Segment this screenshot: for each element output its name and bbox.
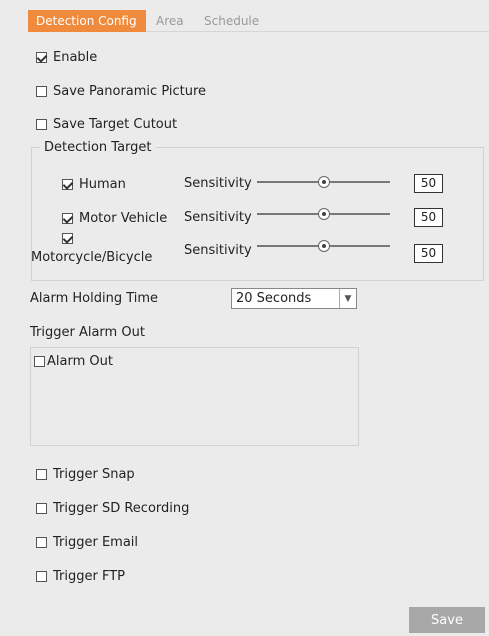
- trigger-alarm-out-label: Trigger Alarm Out: [30, 325, 145, 340]
- detection-target-legend: Detection Target: [44, 140, 152, 155]
- save-target-row: Save Target Cutout: [36, 117, 177, 132]
- alarm-out-checkbox[interactable]: [34, 356, 45, 367]
- motorcycle-sensitivity-label: Sensitivity: [184, 243, 252, 258]
- trigger-sd-label: Trigger SD Recording: [53, 501, 190, 516]
- alarm-out-label: Alarm Out: [47, 354, 113, 369]
- trigger-ftp-row: Trigger FTP: [36, 569, 125, 584]
- motor-vehicle-sensitivity-slider[interactable]: [257, 206, 390, 222]
- slider-thumb[interactable]: [317, 240, 330, 252]
- motor-vehicle-sensitivity-label: Sensitivity: [184, 210, 252, 225]
- human-row: Human: [62, 177, 126, 192]
- alarm-holding-label: Alarm Holding Time: [30, 291, 159, 306]
- motor-vehicle-checkbox[interactable]: [62, 213, 73, 224]
- human-sensitivity-value[interactable]: 50: [414, 174, 443, 193]
- motorcycle-checkbox[interactable]: [62, 233, 73, 244]
- save-button[interactable]: Save: [409, 607, 485, 633]
- save-target-label: Save Target Cutout: [53, 117, 178, 132]
- motor-vehicle-sensitivity-value[interactable]: 50: [414, 208, 443, 227]
- trigger-snap-row: Trigger Snap: [36, 467, 135, 482]
- save-panoramic-checkbox[interactable]: [36, 86, 47, 97]
- save-panoramic-label: Save Panoramic Picture: [53, 84, 207, 99]
- slider-thumb[interactable]: [317, 208, 330, 220]
- human-sensitivity-slider[interactable]: [257, 174, 390, 190]
- tab-area[interactable]: Area: [148, 10, 192, 32]
- alarm-out-row: Alarm Out: [34, 354, 113, 369]
- tab-bar: Detection Config Area Schedule: [28, 10, 489, 32]
- alarm-holding-select[interactable]: 20 Seconds ▼: [231, 288, 357, 309]
- tab-schedule[interactable]: Schedule: [196, 10, 266, 32]
- alarm-holding-value: 20 Seconds: [236, 291, 312, 306]
- human-label: Human: [79, 177, 126, 192]
- motorcycle-sensitivity-value[interactable]: 50: [414, 244, 443, 263]
- enable-row: Enable: [36, 50, 97, 65]
- enable-label: Enable: [53, 50, 98, 65]
- tab-detection-config[interactable]: Detection Config: [28, 10, 146, 32]
- trigger-snap-label: Trigger Snap: [53, 467, 135, 482]
- trigger-email-checkbox[interactable]: [36, 537, 47, 548]
- save-panoramic-row: Save Panoramic Picture: [36, 84, 206, 99]
- enable-checkbox[interactable]: [36, 52, 47, 63]
- motor-vehicle-label: Motor Vehicle: [79, 211, 168, 226]
- trigger-ftp-label: Trigger FTP: [53, 569, 125, 584]
- trigger-sd-checkbox[interactable]: [36, 503, 47, 514]
- alarm-out-list: Alarm Out: [30, 347, 359, 446]
- motorcycle-sensitivity-slider[interactable]: [257, 238, 390, 254]
- trigger-sd-row: Trigger SD Recording: [36, 501, 189, 516]
- trigger-email-label: Trigger Email: [53, 535, 139, 550]
- trigger-ftp-checkbox[interactable]: [36, 571, 47, 582]
- human-checkbox[interactable]: [62, 179, 73, 190]
- slider-thumb[interactable]: [317, 176, 330, 188]
- human-sensitivity-label: Sensitivity: [184, 176, 252, 191]
- motorcycle-label: Motorcycle/Bicycle: [31, 250, 153, 265]
- chevron-down-icon[interactable]: ▼: [339, 289, 356, 308]
- trigger-snap-checkbox[interactable]: [36, 469, 47, 480]
- motor-vehicle-row: Motor Vehicle: [62, 211, 167, 226]
- save-target-checkbox[interactable]: [36, 119, 47, 130]
- trigger-email-row: Trigger Email: [36, 535, 138, 550]
